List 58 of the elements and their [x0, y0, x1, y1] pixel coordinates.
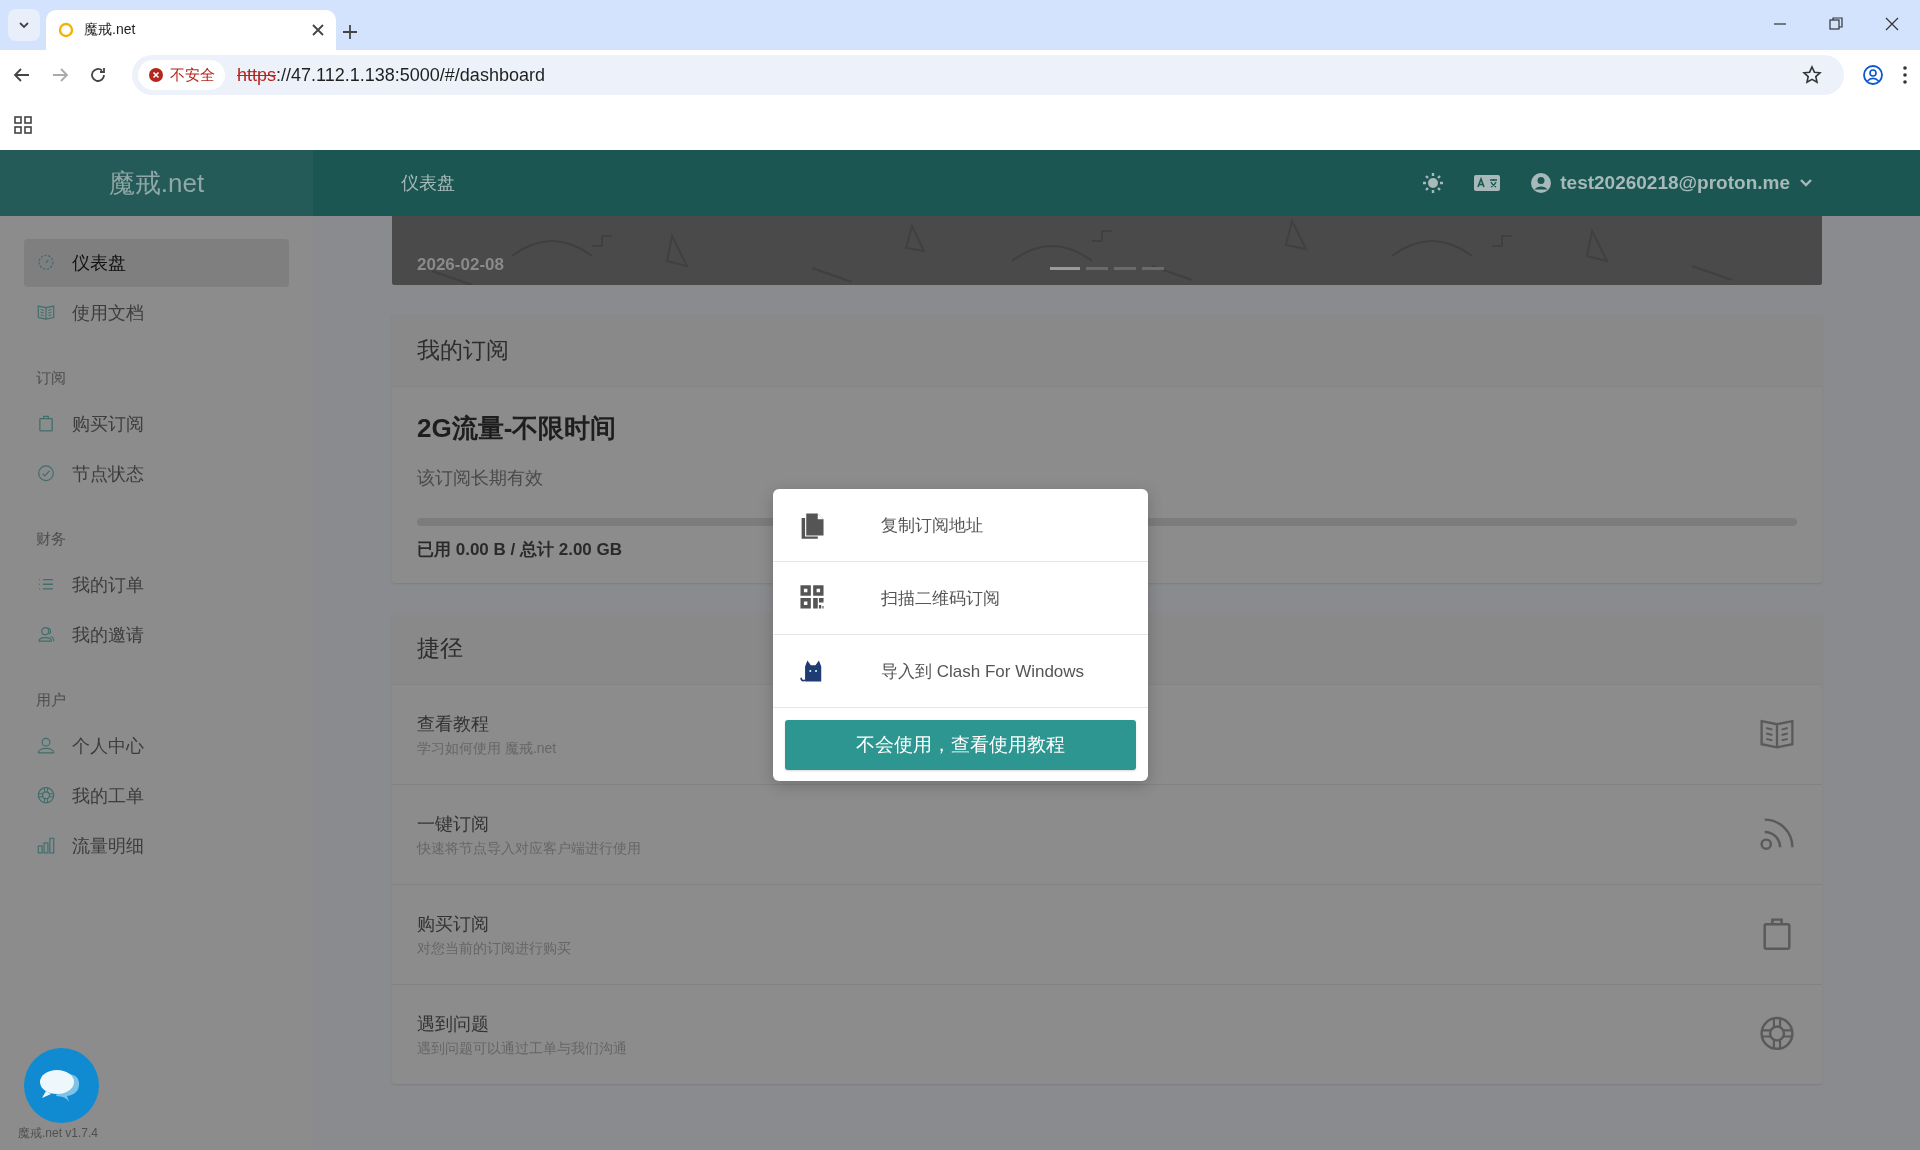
- more-icon[interactable]: [1902, 65, 1908, 85]
- bar-chart-icon: [36, 836, 56, 856]
- card-title: 我的订阅: [392, 315, 1822, 387]
- close-icon[interactable]: [1884, 16, 1900, 32]
- nav-item[interactable]: 节点状态: [24, 450, 289, 498]
- security-chip[interactable]: 不安全: [138, 60, 225, 90]
- section-label: 订阅: [35, 369, 67, 388]
- shortcut-title: 遇到问题: [417, 1012, 489, 1036]
- nav-item[interactable]: 个人中心: [24, 722, 289, 770]
- nav-item[interactable]: 我的工单: [24, 772, 289, 820]
- user-menu[interactable]: test20260218@proton.me: [1530, 172, 1814, 194]
- user-email: test20260218@proton.me: [1560, 172, 1790, 194]
- close-icon[interactable]: [312, 24, 324, 36]
- tab-list-button[interactable]: [8, 9, 40, 41]
- nav-item[interactable]: 我的邀请: [24, 611, 289, 659]
- users-icon: [36, 625, 56, 645]
- apps-icon[interactable]: [14, 116, 32, 134]
- browser-tab[interactable]: 魔戒.net: [46, 10, 336, 50]
- page-title: 仪表盘: [401, 172, 455, 195]
- tab-title: 魔戒.net: [84, 21, 137, 39]
- translate-icon[interactable]: [1474, 174, 1501, 192]
- section-label: 用户: [35, 691, 67, 710]
- restore-icon[interactable]: [1828, 16, 1844, 32]
- menu-option[interactable]: 导入到 Clash For Windows: [773, 635, 1148, 708]
- menu-option[interactable]: 扫描二维码订阅: [773, 562, 1148, 635]
- banner-date: 2026-02-08: [417, 255, 504, 275]
- reload-icon[interactable]: [88, 65, 108, 85]
- loading-ring-icon: [58, 22, 74, 38]
- avatar-icon: [1530, 172, 1553, 194]
- validity-text: 该订阅长期有效: [417, 467, 544, 490]
- gauge-icon: [36, 253, 56, 273]
- section-label: 财务: [35, 530, 67, 549]
- menu-option[interactable]: 复制订阅地址: [773, 489, 1148, 562]
- logo-text[interactable]: 魔戒.net: [108, 165, 205, 201]
- sun-icon[interactable]: [1422, 172, 1445, 194]
- nav-item[interactable]: 流量明细: [24, 822, 289, 870]
- lifebuoy-icon: [36, 786, 56, 806]
- user-icon: [36, 736, 56, 756]
- star-icon[interactable]: [1802, 65, 1822, 85]
- version-label: 魔戒.net v1.7.4: [18, 1125, 99, 1142]
- warning-icon: [148, 67, 164, 83]
- url-field[interactable]: https://47.112.1.138:5000/#/dashboard: [237, 64, 1790, 86]
- nav-item[interactable]: 我的订单: [24, 561, 289, 609]
- shortcut-title: 一键订阅: [417, 812, 489, 836]
- shortcut-title: 购买订阅: [417, 912, 489, 936]
- plan-name: 2G流量-不限时间: [417, 412, 618, 445]
- nav-item[interactable]: 购买订阅: [24, 400, 289, 448]
- book-icon: [36, 303, 56, 323]
- usage-text: 已用 0.00 B / 总计 2.00 GB: [417, 539, 623, 561]
- nav-item[interactable]: 使用文档: [24, 289, 289, 337]
- new-tab-icon[interactable]: [342, 24, 358, 40]
- chat-button[interactable]: [24, 1048, 99, 1123]
- shortcut-title: 查看教程: [417, 712, 489, 736]
- profile-icon[interactable]: [1862, 64, 1884, 86]
- check-circle-icon: [36, 464, 56, 484]
- tutorial-button[interactable]: 不会使用，查看使用教程: [785, 720, 1136, 770]
- nav-item[interactable]: 仪表盘: [24, 239, 289, 287]
- shopping-bag-icon: [36, 414, 56, 434]
